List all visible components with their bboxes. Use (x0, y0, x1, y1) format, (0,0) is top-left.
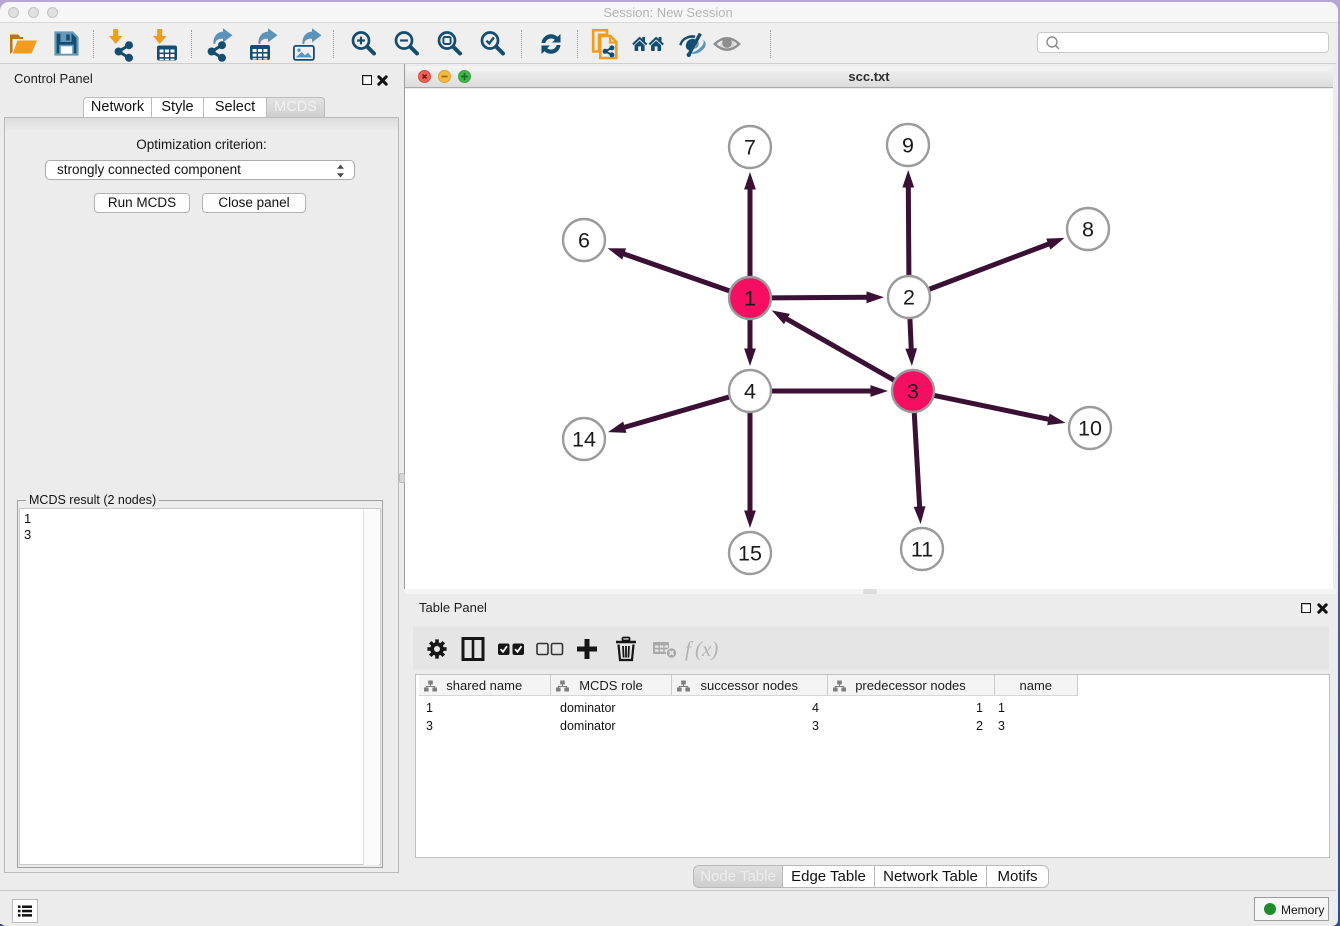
svg-text:f (x): f (x) (685, 637, 718, 661)
svg-text:8: 8 (1082, 218, 1094, 242)
svg-text:7: 7 (744, 136, 756, 160)
svg-text:11: 11 (911, 538, 933, 562)
svg-text:6: 6 (578, 229, 590, 253)
svg-text:1: 1 (744, 287, 756, 311)
svg-text:10: 10 (1078, 417, 1102, 441)
svg-text:4: 4 (744, 380, 756, 404)
svg-text:3: 3 (907, 380, 919, 404)
svg-text:15: 15 (738, 542, 762, 566)
svg-text:2: 2 (903, 286, 915, 310)
svg-text:9: 9 (902, 134, 914, 158)
svg-text:14: 14 (572, 428, 596, 452)
